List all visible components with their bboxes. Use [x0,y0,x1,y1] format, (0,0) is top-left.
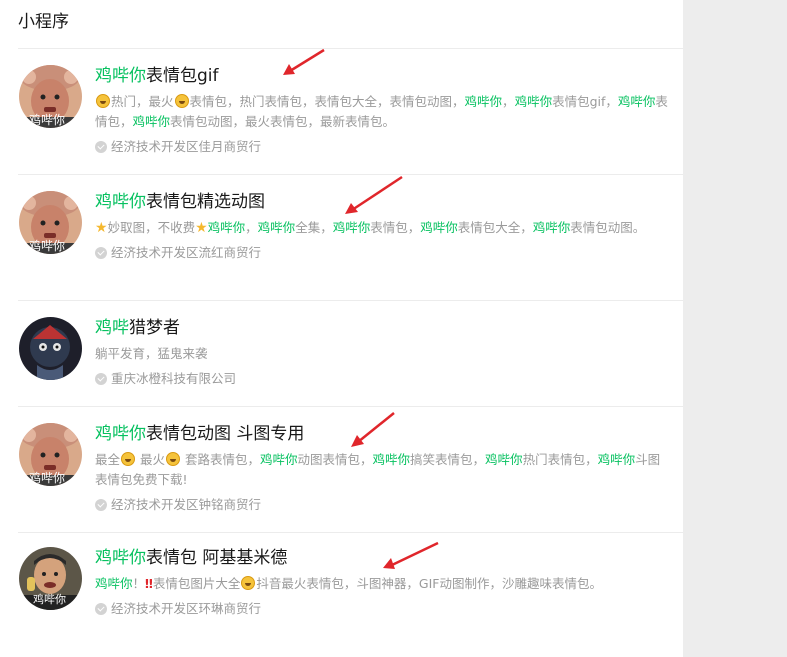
keyword-highlight: 鸡哔你 [372,452,411,467]
keyword-highlight: 鸡哔你 [132,114,171,129]
avatar-label: 鸡哔你 [29,239,66,253]
result-item[interactable]: 鸡哔猎梦者 躺平发育，猛鬼来袭 重庆冰橙科技有限公司 [18,300,683,406]
description-text: 最火 [136,452,165,467]
avatar: 鸡哔你 [19,423,82,486]
keyword-highlight: 鸡哔你 [514,94,553,109]
org-name: 重庆冰橙科技有限公司 [111,371,237,386]
section-title: 小程序 [18,12,69,32]
result-description: 躺平发育，猛鬼来袭 [95,344,670,364]
avatar-label: 鸡哔你 [29,113,66,127]
result-description: 热门，最火 表情包，热门表情包，表情包大全，表情包动图，鸡哔你，鸡哔你表情包gif… [95,92,670,132]
title-highlight: 鸡哔 [95,318,129,338]
avatar-label: 鸡哔你 [33,593,66,606]
avatar: 鸡哔你 [19,65,82,128]
grin-emoji [174,94,189,108]
keyword-highlight: 鸡哔你 [597,452,636,467]
keyword-highlight: 鸡哔你 [95,576,133,591]
org-row: 经济技术开发区环琳商贸行 [95,600,670,618]
description-text: 表情包， [370,220,421,235]
annotation-arrow-icon [383,541,439,569]
result-title[interactable]: 鸡哔猎梦者 [95,317,670,339]
result-description: 鸡哔你！‼表情包图片大全 抖音最火表情包，斗图神器，GIF动图制作，沙雕趣味表情包… [95,574,670,594]
search-results-panel: 小程序 鸡哔你 鸡哔你表情包gif 热门，最火 表情包，热门表情包，表情包大全，表… [0,0,683,657]
verified-icon [95,141,107,153]
result-item[interactable]: 鸡哔你 鸡哔你表情包gif 热门，最火 表情包，热门表情包，表情包大全，表情包动图… [18,48,683,174]
description-text: 抖音最火表情包，斗图神器，GIF动图制作，沙雕趣味表情包。 [256,576,602,591]
annotation-arrow-icon [283,48,325,75]
star-icon: ★ [95,220,108,236]
org-row: 重庆冰橙科技有限公司 [95,370,670,388]
keyword-highlight: 鸡哔你 [332,220,371,235]
avatar: 鸡哔你 [19,191,82,254]
keyword-highlight: 鸡哔你 [257,220,296,235]
description-text: 热门，最火 [111,94,174,109]
verified-icon [95,373,107,385]
result-description: 最全 最火 套路表情包，鸡哔你动图表情包，鸡哔你搞笑表情包，鸡哔你热门表情包，鸡… [95,450,670,490]
description-text: 套路表情包， [181,452,260,467]
title-highlight: 鸡哔你 [95,424,146,444]
title-rest: 表情包精选动图 [146,192,265,212]
description-text: ， [245,220,258,235]
grin-emoji [96,94,110,108]
org-name: 经济技术开发区钟铭商贸行 [111,497,262,512]
title-highlight: 鸡哔你 [95,66,146,86]
keyword-highlight: 鸡哔你 [207,220,246,235]
grin-emoji [241,576,256,590]
title-rest: 表情包gif [146,66,219,86]
result-item[interactable]: 鸡哔你 鸡哔你表情包 阿基基米德 鸡哔你！‼表情包图片大全 抖音最火表情包，斗图神… [18,532,683,657]
title-rest: 表情包动图 斗图专用 [146,424,305,444]
description-text: 躺平发育，猛鬼来袭 [95,346,208,361]
title-rest: 猎梦者 [129,318,180,338]
grin-emoji [121,452,136,466]
description-text: 动图表情包， [297,452,373,467]
description-text: ， [502,94,515,109]
description-text: 妙取图，不收费 [107,220,196,235]
avatar: 鸡哔你 [19,547,82,610]
annotation-arrow-icon [351,412,395,447]
keyword-highlight: 鸡哔你 [485,452,523,467]
keyword-highlight: 鸡哔你 [259,452,298,467]
avatar-label: 鸡哔你 [29,471,66,485]
description-text: 表情包图片大全 [152,576,241,591]
avatar [19,317,82,380]
description-text: 表情包gif， [552,94,618,109]
star-icon: ★ [195,220,208,236]
org-name: 经济技术开发区佳月商贸行 [111,139,262,154]
annotation-arrow-icon [345,175,403,214]
description-text: 热门表情包， [522,452,598,467]
org-name: 经济技术开发区环琳商贸行 [111,601,262,616]
verified-icon [95,247,107,259]
description-text: 表情包，热门表情包，表情包大全，表情包动图， [189,94,465,109]
org-name: 经济技术开发区流红商贸行 [111,245,262,260]
grin-emoji [166,452,180,466]
description-text: 表情包动图，最火表情包，最新表情包。 [170,114,396,129]
org-row: 经济技术开发区佳月商贸行 [95,138,670,156]
keyword-highlight: 鸡哔你 [420,220,458,235]
title-rest: 表情包 阿基基米德 [146,548,288,568]
description-text: 搞笑表情包， [410,452,486,467]
description-text: 表情包大全， [457,220,533,235]
org-row: 经济技术开发区钟铭商贸行 [95,496,670,514]
result-description: ★妙取图，不收费★鸡哔你，鸡哔你全集，鸡哔你表情包，鸡哔你表情包大全，鸡哔你表情… [95,218,670,238]
title-highlight: 鸡哔你 [95,548,146,568]
org-row: 经济技术开发区流红商贸行 [95,244,670,262]
verified-icon [95,603,107,615]
description-text: 最全 [95,452,121,467]
description-text: 表情包动图。 [570,220,646,235]
result-title[interactable]: 鸡哔你表情包gif [95,65,670,87]
description-text: 全集， [295,220,333,235]
keyword-highlight: 鸡哔你 [532,220,571,235]
keyword-highlight: 鸡哔你 [464,94,503,109]
keyword-highlight: 鸡哔你 [617,94,656,109]
verified-icon [95,499,107,511]
description-text: ！ [132,576,146,591]
double-exclamation-icon: ‼ [145,576,153,591]
title-highlight: 鸡哔你 [95,192,146,212]
